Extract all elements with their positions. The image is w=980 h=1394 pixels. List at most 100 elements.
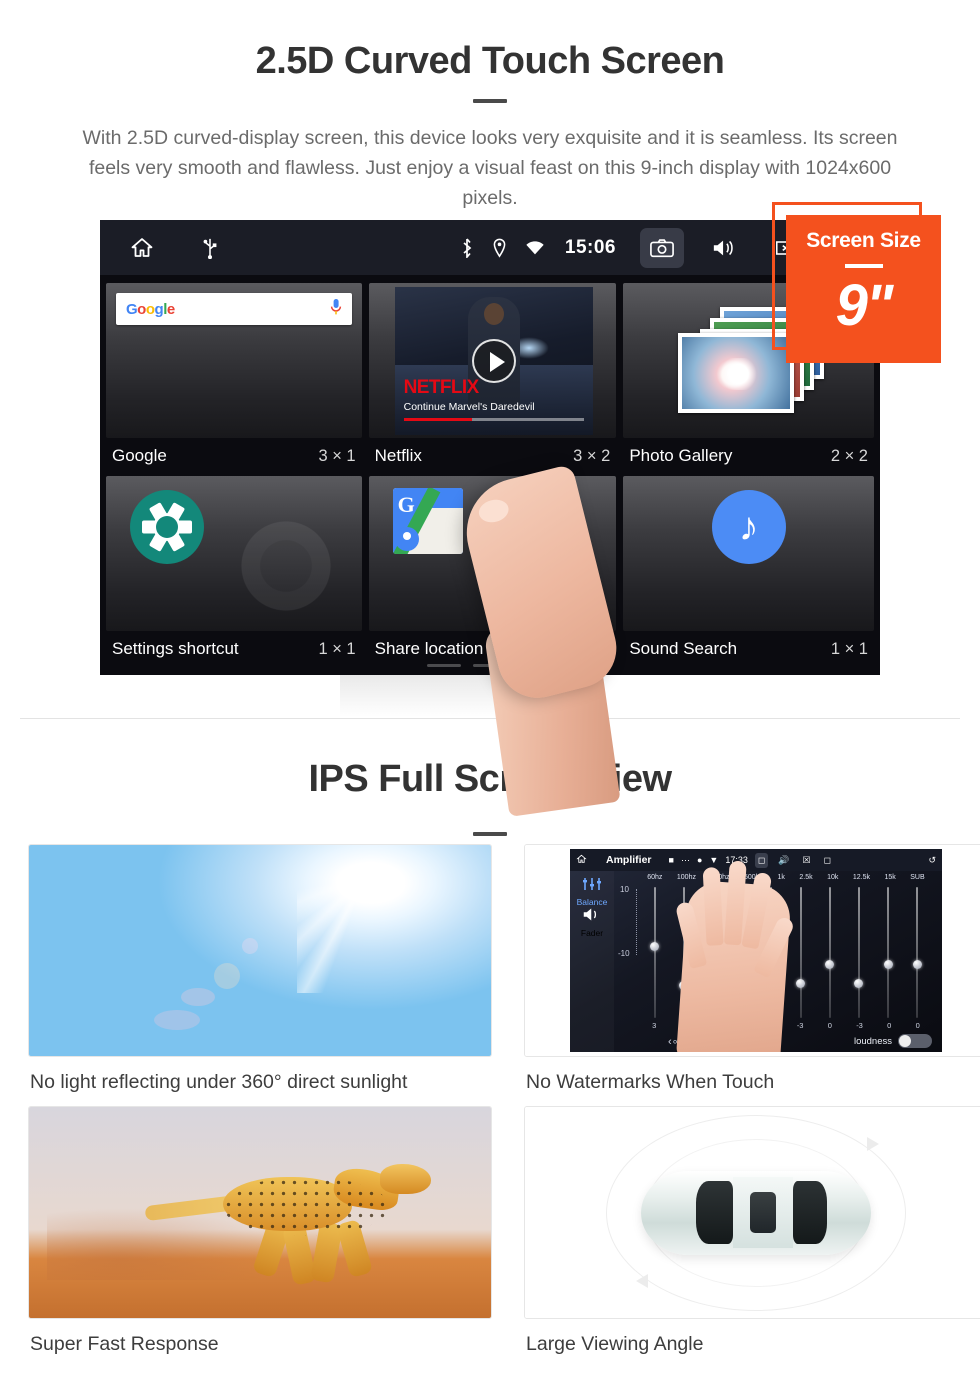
- widget-name: Share location: [374, 639, 484, 658]
- wifi-icon: ▼: [709, 855, 719, 865]
- widget-google-label: Google 3 × 1: [106, 438, 362, 476]
- sun-rays: [296, 849, 491, 993]
- card-caption: No Watermarks When Touch: [526, 1071, 775, 1093]
- eq-slider[interactable]: [912, 887, 922, 1018]
- eq-value: 3: [652, 1021, 657, 1030]
- freq-label: 2.5k: [799, 874, 813, 881]
- speaker-icon: [582, 908, 602, 926]
- widget-name: Sound Search: [629, 639, 738, 658]
- widget-row-1: Google Google 3 × 1 NETFLIX Continue Mar…: [106, 283, 874, 476]
- loudness-label: loudness: [853, 1035, 892, 1047]
- eq-value: 0: [887, 1021, 892, 1030]
- card-row-1: No light reflecting under 360° direct su…: [28, 844, 980, 1094]
- card-caption: Super Fast Response: [30, 1333, 219, 1355]
- eq-slider[interactable]: [825, 887, 835, 1018]
- home-icon[interactable]: [576, 854, 587, 866]
- rotation-arrow: [635, 1274, 648, 1289]
- title-divider: [473, 99, 507, 103]
- screen-size-badge: Screen Size 9": [786, 215, 941, 363]
- feature-card-grid: No light reflecting under 360° direct su…: [28, 844, 980, 1368]
- car-top-view: [641, 1170, 871, 1255]
- freq-label: 12.5k: [852, 874, 870, 881]
- location-pin-icon: ●: [696, 855, 703, 865]
- page-dot[interactable]: [427, 664, 461, 667]
- amplifier-screen: Amplifier ■ ⋯ ● ▼ 17:33 ◻ 🔊 ☒ ◻: [570, 849, 942, 1052]
- screen-size-divider: [844, 264, 883, 268]
- widget-netflix[interactable]: NETFLIX Continue Marvel's Daredevil Netf…: [368, 283, 617, 476]
- frequency-labels: 60hz 100hz 200hz 500hz 1k 2.5k 10k 12.5k…: [614, 871, 942, 881]
- eq-value: -3: [856, 1021, 863, 1030]
- loudness-toggle[interactable]: [898, 1034, 932, 1048]
- widget-name: Settings shortcut: [112, 639, 239, 658]
- widget-google[interactable]: Google Google 3 × 1: [106, 283, 362, 476]
- wifi-icon: [525, 240, 545, 256]
- usb-icon[interactable]: [202, 237, 218, 259]
- windshield-rear: [792, 1180, 828, 1245]
- eq-slider[interactable]: [883, 887, 893, 1018]
- finger: [741, 871, 773, 950]
- sidebar-item-balance[interactable]: Balance: [570, 897, 614, 907]
- widget-sound-thumb: ♪: [623, 476, 874, 631]
- cheetah-head: [380, 1163, 431, 1194]
- widget-google-thumb: Google: [106, 283, 362, 438]
- netflix-subtitle: Continue Marvel's Daredevil: [403, 401, 535, 413]
- eq-slider[interactable]: [854, 887, 864, 1018]
- speaker-icon[interactable]: [702, 228, 746, 268]
- eq-value: -3: [796, 1021, 804, 1030]
- windshield-front: [696, 1180, 733, 1245]
- mute-box-icon[interactable]: ☒: [800, 853, 814, 868]
- google-search-bar[interactable]: Google: [116, 293, 352, 325]
- sunny-sky-photo: [28, 844, 492, 1057]
- recent-apps-icon[interactable]: ◻: [821, 853, 834, 868]
- amplifier-title: Amplifier: [606, 854, 652, 866]
- widget-name: Netflix: [374, 446, 422, 465]
- loudness-control[interactable]: loudness: [854, 1034, 932, 1048]
- scale-bottom: -10: [618, 949, 630, 958]
- more-icon[interactable]: ⋯: [681, 855, 690, 866]
- page-title: 2.5D Curved Touch Screen: [255, 40, 725, 82]
- widget-settings-shortcut[interactable]: Settings shortcut 1 × 1: [106, 476, 362, 669]
- widget-gallery-label: Photo Gallery 2 × 2: [623, 438, 874, 476]
- bluetooth-icon: [460, 237, 474, 258]
- microphone-icon[interactable]: [330, 298, 342, 321]
- sunroof: [750, 1192, 776, 1233]
- freq-label: 60hz: [647, 874, 663, 881]
- touching-hand: [674, 860, 796, 1052]
- home-icon[interactable]: [128, 236, 156, 260]
- lens-flare: [241, 937, 258, 954]
- card-fast-response: Super Fast Response: [28, 1106, 492, 1356]
- eq-slider[interactable]: [796, 887, 806, 1018]
- section-divider: [20, 718, 960, 719]
- card-caption: Large Viewing Angle: [526, 1333, 704, 1355]
- back-arrow-icon[interactable]: ↺: [928, 855, 936, 866]
- widget-size: 2 × 2: [830, 446, 868, 465]
- freq-label: 100hz: [676, 874, 696, 881]
- eq-slider[interactable]: [650, 887, 660, 1018]
- section2-title: IPS Full Screen View: [308, 758, 672, 800]
- widget-name: Photo Gallery: [629, 446, 733, 465]
- widget-settings-thumb: [106, 476, 362, 631]
- car-top-view-illustration: [524, 1106, 980, 1319]
- amplifier-equalizer-screenshot: Amplifier ■ ⋯ ● ▼ 17:33 ◻ 🔊 ☒ ◻: [524, 844, 980, 1057]
- fingernail: [476, 496, 511, 526]
- netflix-brand: NETFLIX: [403, 377, 480, 398]
- camera-icon[interactable]: [640, 227, 684, 268]
- card-watermarks: Amplifier ■ ⋯ ● ▼ 17:33 ◻ 🔊 ☒ ◻: [524, 844, 980, 1094]
- eq-value: 0: [915, 1021, 920, 1030]
- car-scene: [525, 1107, 980, 1318]
- widget-sound-search[interactable]: ♪ Sound Search 1 × 1: [623, 476, 874, 669]
- google-logo: Google: [126, 300, 175, 318]
- lens-flare: [153, 1009, 200, 1030]
- gallery-icon[interactable]: ■: [669, 855, 674, 865]
- rotation-arrow: [866, 1136, 879, 1151]
- camera-icon[interactable]: ◻: [754, 852, 769, 868]
- settings-gear-icon: [130, 490, 204, 564]
- widget-netflix-thumb: NETFLIX Continue Marvel's Daredevil: [368, 283, 617, 438]
- section2-divider-wrap: [0, 816, 980, 836]
- widget-size: 3 × 1: [318, 446, 356, 465]
- section1-description: With 2.5D curved-display screen, this de…: [82, 127, 898, 209]
- speaker-icon[interactable]: 🔊: [775, 853, 792, 868]
- product-feature-page: 2.5D Curved Touch Screen With 2.5D curve…: [0, 0, 980, 1394]
- character-head: [483, 303, 504, 325]
- sidebar-item-fader[interactable]: Fader: [570, 928, 614, 938]
